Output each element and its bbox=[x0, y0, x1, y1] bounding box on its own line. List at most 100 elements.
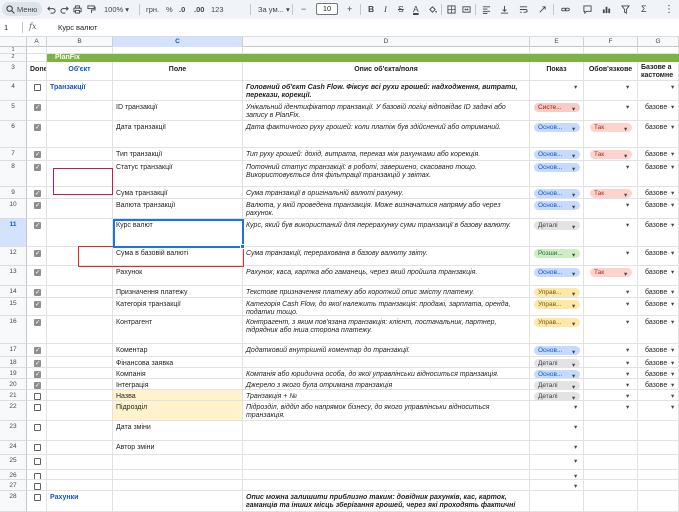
show-cell[interactable]: Основ... ▾ bbox=[530, 266, 584, 286]
show-chip[interactable]: Управ... ▾ bbox=[534, 300, 580, 309]
done-checkbox[interactable]: ✓ bbox=[34, 123, 41, 131]
done-cell[interactable]: ✓ bbox=[27, 219, 47, 247]
chevron-down-icon[interactable]: ▾ bbox=[671, 221, 674, 230]
field-cell[interactable]: Сума транзакції bbox=[113, 187, 243, 199]
text-color-button[interactable]: A bbox=[413, 4, 419, 15]
field-cell[interactable]: Рахунок bbox=[113, 266, 243, 286]
field-cell[interactable]: Дата зміни bbox=[113, 421, 243, 441]
object-cell[interactable] bbox=[47, 441, 113, 455]
chevron-down-icon[interactable]: ▾ bbox=[671, 318, 674, 327]
field-cell[interactable] bbox=[113, 81, 243, 101]
done-cell[interactable]: ✓ bbox=[27, 357, 47, 368]
done-cell[interactable] bbox=[27, 480, 47, 491]
description-cell[interactable]: Підрозділ, відділ або напрямок бізнесу, … bbox=[243, 401, 530, 421]
show-cell[interactable]: Деталі ▾ bbox=[530, 390, 584, 401]
required-cell[interactable]: Так ▾ bbox=[584, 121, 638, 148]
chevron-down-icon[interactable]: ▾ bbox=[671, 346, 674, 355]
vertical-align-icon[interactable] bbox=[500, 4, 509, 15]
done-cell[interactable]: ✓ bbox=[27, 316, 47, 344]
show-chip[interactable]: Основ... ▾ bbox=[534, 370, 580, 378]
chevron-down-icon[interactable]: ▾ bbox=[671, 300, 674, 309]
show-cell[interactable]: Основ... ▾ bbox=[530, 161, 584, 187]
row-header[interactable]: 19 bbox=[0, 368, 27, 379]
base-cell[interactable]: ▾ bbox=[638, 401, 679, 421]
field-cell[interactable]: Підрозділ bbox=[113, 401, 243, 421]
chevron-down-icon[interactable]: ▾ bbox=[671, 103, 674, 112]
chevron-down-icon[interactable]: ▾ bbox=[574, 403, 577, 412]
header-object[interactable]: Об'єкт bbox=[47, 62, 113, 81]
show-cell[interactable]: Систе... ▾ bbox=[530, 101, 584, 121]
chevron-down-icon[interactable]: ▾ bbox=[572, 270, 575, 277]
done-cell[interactable] bbox=[27, 470, 47, 480]
row-header[interactable]: 4 bbox=[0, 81, 27, 101]
base-cell[interactable]: базове ▾ bbox=[638, 357, 679, 368]
show-cell[interactable]: Основ... ▾ bbox=[530, 121, 584, 148]
required-cell[interactable] bbox=[584, 480, 638, 491]
base-cell[interactable] bbox=[638, 480, 679, 491]
show-cell[interactable]: Основ... ▾ bbox=[530, 368, 584, 379]
base-cell[interactable] bbox=[638, 441, 679, 455]
show-cell[interactable] bbox=[530, 491, 584, 512]
show-cell[interactable]: Розши... ▾ bbox=[530, 247, 584, 266]
chevron-down-icon[interactable]: ▾ bbox=[574, 482, 577, 490]
chevron-down-icon[interactable]: ▾ bbox=[671, 83, 674, 92]
show-chip[interactable]: Основ... ▾ bbox=[534, 163, 580, 172]
chevron-down-icon[interactable]: ▾ bbox=[626, 221, 629, 230]
row-header[interactable]: 9 bbox=[0, 187, 27, 199]
done-cell[interactable]: ✓ bbox=[27, 199, 47, 219]
chevron-down-icon[interactable]: ▾ bbox=[624, 152, 627, 159]
header-show[interactable]: Показ bbox=[530, 62, 584, 81]
required-cell[interactable]: Так ▾ bbox=[584, 148, 638, 161]
object-cell[interactable] bbox=[47, 187, 113, 199]
done-checkbox[interactable] bbox=[34, 84, 41, 91]
object-cell[interactable] bbox=[47, 316, 113, 344]
filter-icon[interactable] bbox=[621, 4, 630, 15]
link-icon[interactable] bbox=[561, 4, 570, 15]
required-cell[interactable] bbox=[584, 441, 638, 455]
field-cell[interactable] bbox=[113, 491, 243, 512]
done-checkbox[interactable]: ✓ bbox=[34, 189, 41, 197]
row-header[interactable]: 20 bbox=[0, 379, 27, 390]
chevron-down-icon[interactable]: ▾ bbox=[671, 150, 674, 159]
field-cell[interactable]: ID транзакції bbox=[113, 101, 243, 121]
show-chip[interactable]: Розши... ▾ bbox=[534, 249, 580, 258]
done-cell[interactable] bbox=[27, 455, 47, 470]
description-cell[interactable]: Текстове призначення платежу або коротки… bbox=[243, 286, 530, 298]
formula-input[interactable]: Курс валют bbox=[58, 23, 97, 32]
description-cell[interactable]: Валюта, у якій проведена транзакція. Мож… bbox=[243, 199, 530, 219]
comment-icon[interactable] bbox=[583, 4, 592, 15]
column-header-a[interactable]: A bbox=[27, 37, 47, 47]
done-checkbox[interactable]: ✓ bbox=[34, 249, 41, 257]
chevron-down-icon[interactable]: ▾ bbox=[624, 270, 627, 277]
chevron-down-icon[interactable]: ▾ bbox=[626, 359, 629, 367]
field-cell[interactable]: Назва bbox=[113, 390, 243, 401]
row-header[interactable]: 8 bbox=[0, 161, 27, 187]
chevron-down-icon[interactable]: ▾ bbox=[626, 201, 629, 210]
field-cell[interactable]: Категорія транзакції bbox=[113, 298, 243, 316]
chevron-down-icon[interactable]: ▾ bbox=[671, 403, 674, 412]
done-checkbox[interactable]: ✓ bbox=[34, 288, 41, 296]
show-cell[interactable]: Управ... ▾ bbox=[530, 316, 584, 344]
base-cell[interactable]: базове ▾ bbox=[638, 379, 679, 390]
chevron-down-icon[interactable]: ▾ bbox=[572, 372, 575, 378]
chevron-down-icon[interactable]: ▾ bbox=[624, 191, 627, 198]
font-size-increase-button[interactable]: + bbox=[347, 4, 352, 15]
show-chip[interactable]: Управ... ▾ bbox=[534, 288, 580, 297]
object-cell[interactable] bbox=[47, 266, 113, 286]
chevron-down-icon[interactable]: ▾ bbox=[671, 381, 674, 389]
chevron-down-icon[interactable]: ▾ bbox=[572, 394, 575, 400]
show-chip[interactable]: Основ... ▾ bbox=[534, 189, 580, 198]
show-cell[interactable]: ▾ bbox=[530, 441, 584, 455]
description-cell[interactable]: Сума транзакції, перерахована в базову в… bbox=[243, 247, 530, 266]
base-cell[interactable]: базове ▾ bbox=[638, 247, 679, 266]
done-checkbox[interactable]: ✓ bbox=[34, 163, 41, 171]
done-checkbox[interactable]: ✓ bbox=[34, 300, 41, 308]
done-checkbox[interactable] bbox=[34, 494, 41, 501]
field-cell[interactable]: Дата транзакції bbox=[113, 121, 243, 148]
base-cell[interactable]: ▾ bbox=[638, 81, 679, 101]
chevron-down-icon[interactable]: ▾ bbox=[572, 165, 575, 172]
description-cell[interactable]: Поточний статус транзакції: в роботі, за… bbox=[243, 161, 530, 187]
done-cell[interactable]: ✓ bbox=[27, 247, 47, 266]
required-chip[interactable]: Так ▾ bbox=[590, 268, 632, 277]
description-cell[interactable]: Контрагент, з яким пов'язана транзакція:… bbox=[243, 316, 530, 344]
